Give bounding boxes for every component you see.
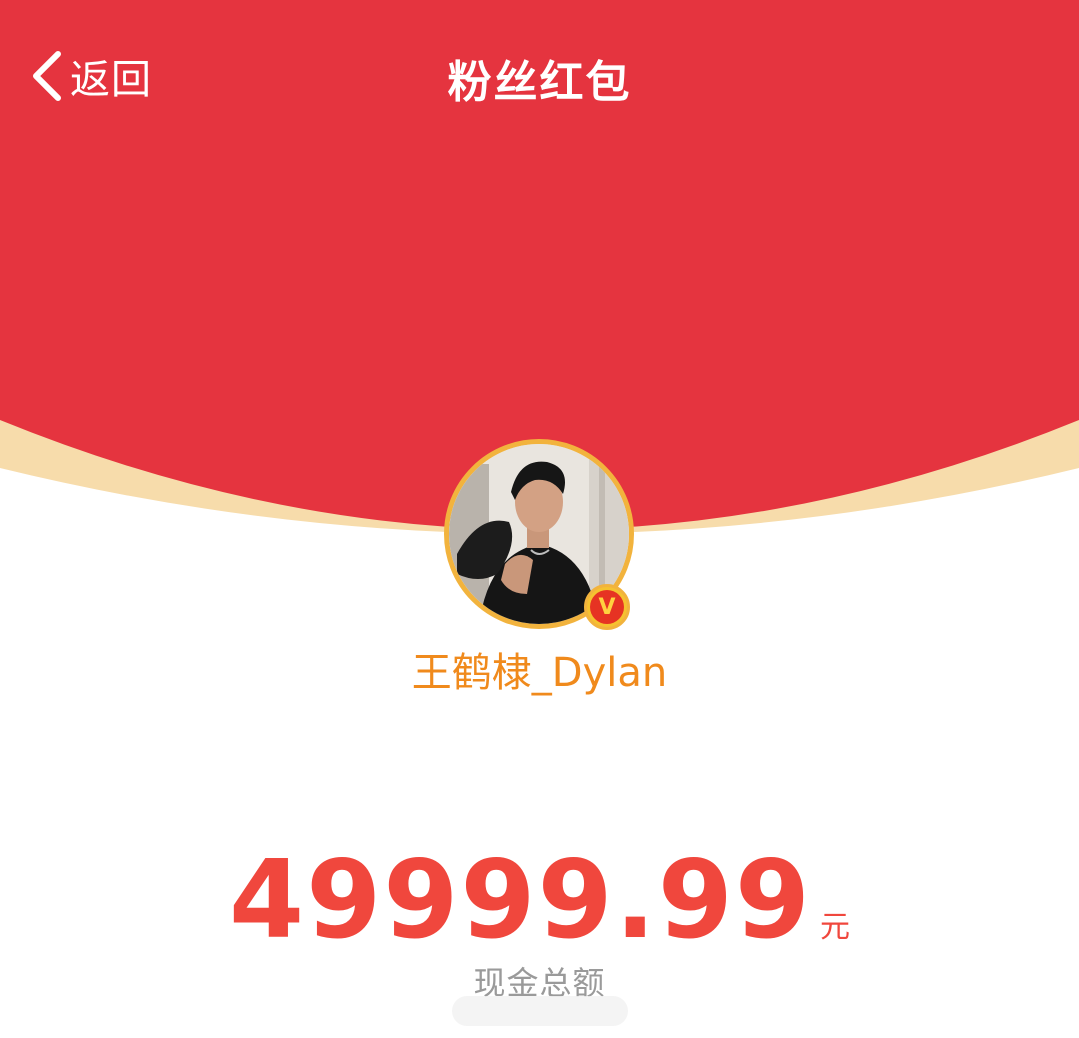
amount-unit: 元 xyxy=(820,910,851,945)
page-title: 粉丝红包 xyxy=(447,57,632,108)
username[interactable]: 王鹤棣_Dylan xyxy=(0,640,1079,698)
amount-value: 49999.99 xyxy=(228,838,813,963)
verified-v-icon: V xyxy=(590,590,624,624)
verified-badge: V xyxy=(584,584,630,630)
watermark xyxy=(452,996,628,1026)
red-packet-page: 返回 粉丝红包 V 王鹤棣_Dylan 49999.99 元 现金总额 xyxy=(0,0,1079,1038)
amount-row: 49999.99 元 xyxy=(0,836,1079,966)
